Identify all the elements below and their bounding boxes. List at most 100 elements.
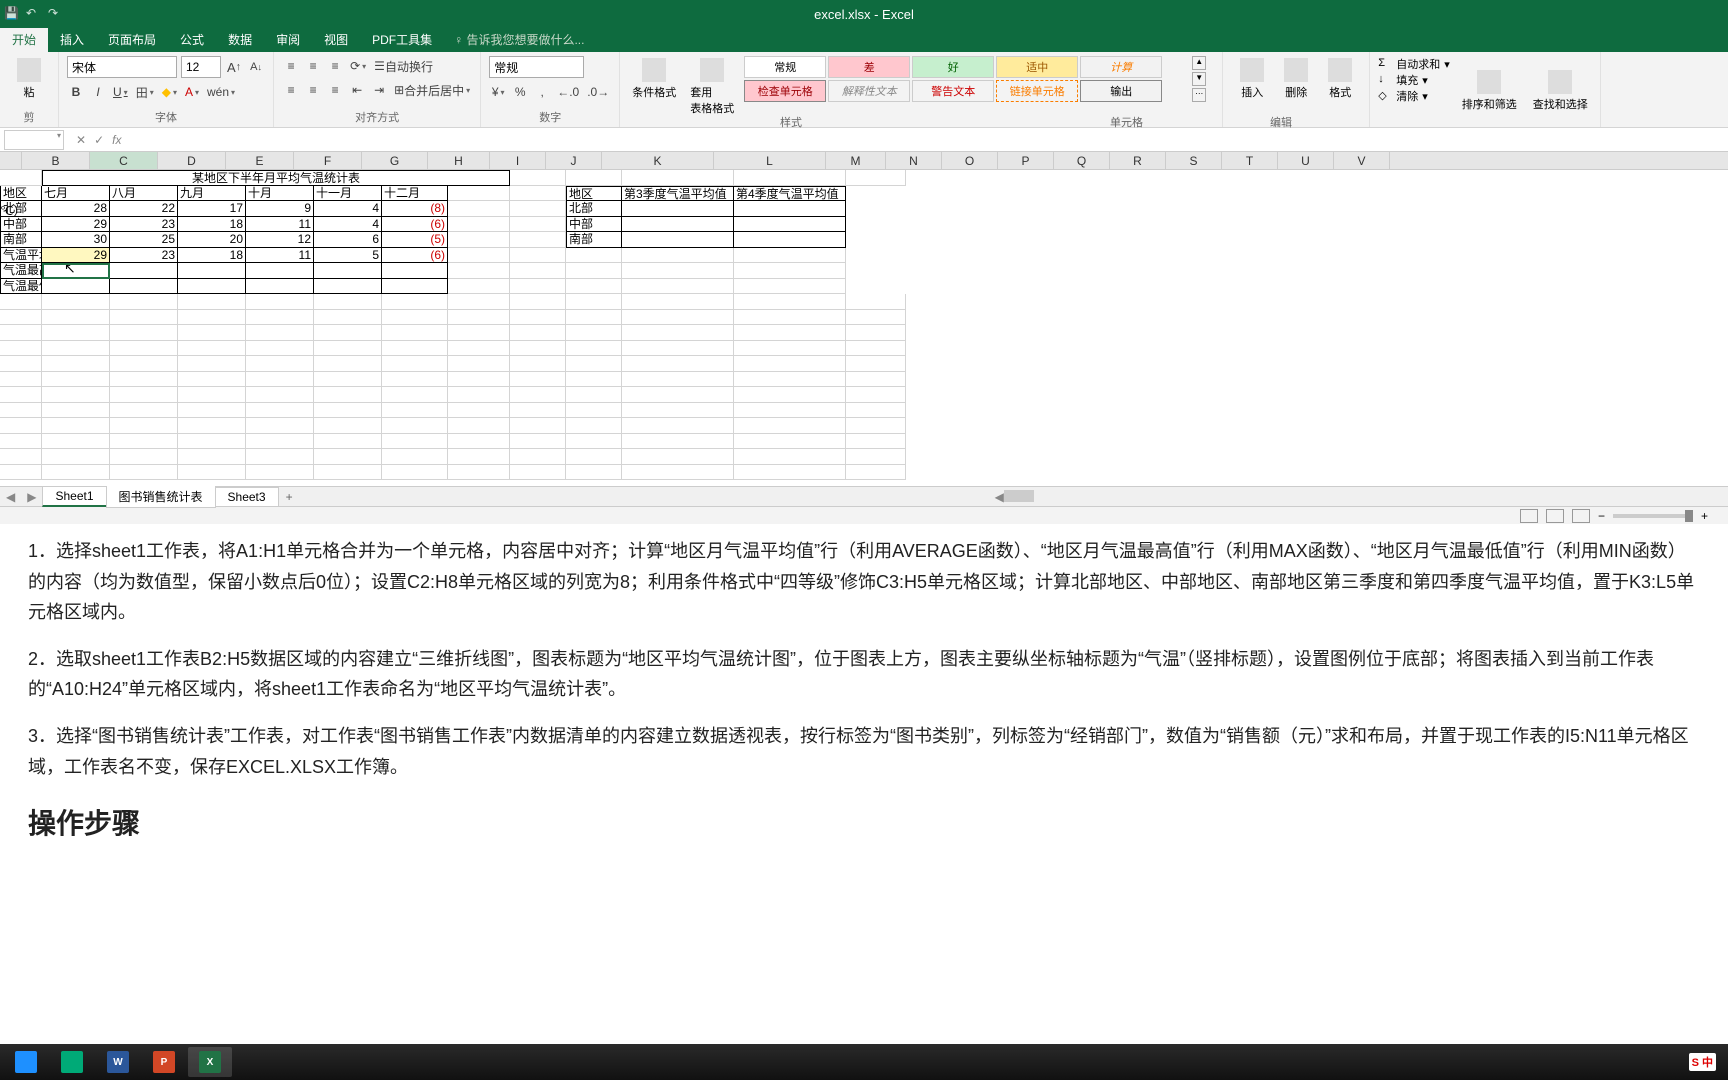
col-header-P[interactable]: P — [998, 152, 1054, 169]
cell[interactable] — [110, 356, 178, 372]
border-button[interactable]: 田 — [134, 82, 156, 102]
cell[interactable] — [510, 356, 566, 372]
cell[interactable] — [382, 418, 448, 434]
decrease-decimal-icon[interactable]: .0→ — [585, 82, 611, 102]
data-cell[interactable]: 23 — [110, 217, 178, 233]
data-cell[interactable]: 17 — [178, 201, 246, 217]
cell[interactable] — [448, 465, 510, 481]
data-cell[interactable]: 29 — [42, 217, 110, 233]
cell[interactable] — [110, 465, 178, 481]
orientation-icon[interactable]: ⟳ — [348, 56, 368, 76]
cell[interactable] — [566, 263, 622, 279]
column-headers[interactable]: BCDEFGHIJKLMNOPQRSTUV — [0, 152, 1728, 170]
style-output[interactable]: 输出 — [1080, 80, 1162, 102]
side-header-q3[interactable]: 第3季度气温平均值 — [622, 186, 734, 202]
cell[interactable] — [622, 217, 734, 233]
col-header-R[interactable]: R — [1110, 152, 1166, 169]
cell[interactable] — [448, 294, 510, 310]
col-header-I[interactable]: I — [490, 152, 546, 169]
enter-icon[interactable]: ✓ — [94, 133, 104, 147]
cell[interactable] — [846, 294, 906, 310]
cell[interactable] — [846, 341, 906, 357]
tab-layout[interactable]: 页面布局 — [96, 27, 168, 52]
currency-button[interactable]: ¥ — [489, 82, 507, 102]
cell[interactable] — [178, 387, 246, 403]
cell[interactable] — [246, 418, 314, 434]
cell[interactable] — [448, 372, 510, 388]
cell[interactable] — [0, 418, 42, 434]
col-header-L[interactable]: L — [714, 152, 826, 169]
sheet-tab-1[interactable]: Sheet1 — [42, 486, 106, 507]
fx-icon[interactable]: fx — [112, 133, 121, 147]
cell[interactable] — [0, 294, 42, 310]
cell[interactable] — [622, 465, 734, 481]
col-header-E[interactable]: E — [226, 152, 294, 169]
data-cell[interactable]: (8) — [382, 201, 448, 217]
cell[interactable] — [42, 294, 110, 310]
cell[interactable] — [110, 434, 178, 450]
cell[interactable] — [510, 387, 566, 403]
cell[interactable] — [510, 465, 566, 481]
normal-view-icon[interactable] — [1520, 509, 1538, 523]
increase-font-icon[interactable]: A↑ — [225, 57, 243, 77]
cell[interactable] — [734, 217, 846, 233]
cell[interactable] — [448, 232, 510, 248]
cell[interactable] — [110, 387, 178, 403]
align-middle-icon[interactable]: ≡ — [304, 56, 322, 76]
fill-button[interactable]: ↓填充 ▾ — [1378, 72, 1450, 88]
cell[interactable] — [0, 341, 42, 357]
horizontal-scrollbar[interactable]: ◀ — [301, 490, 1728, 504]
find-select-button[interactable]: 查找和选择 — [1529, 56, 1592, 125]
cell[interactable] — [246, 356, 314, 372]
cell[interactable] — [734, 325, 846, 341]
cell[interactable] — [42, 434, 110, 450]
cell[interactable] — [510, 325, 566, 341]
cell[interactable] — [314, 434, 382, 450]
cell[interactable] — [846, 434, 906, 450]
undo-icon[interactable]: ↶ — [26, 6, 42, 22]
tab-home[interactable]: 开始 — [0, 27, 48, 52]
col-header-U[interactable]: U — [1278, 152, 1334, 169]
col-header-N[interactable]: N — [886, 152, 942, 169]
cell[interactable] — [566, 170, 622, 186]
data-cell[interactable]: 11 — [246, 217, 314, 233]
cell[interactable] — [510, 248, 566, 264]
redo-icon[interactable]: ↷ — [48, 6, 64, 22]
cell[interactable] — [0, 387, 42, 403]
merge-button[interactable]: ⊞ 合并后居中 — [392, 80, 472, 100]
cell[interactable] — [110, 294, 178, 310]
cell[interactable] — [622, 449, 734, 465]
number-format-select[interactable] — [489, 56, 584, 78]
cell[interactable] — [110, 403, 178, 419]
cell[interactable] — [510, 279, 566, 295]
data-cell[interactable] — [246, 279, 314, 295]
row-label-3[interactable]: 气温平均值 — [0, 248, 42, 264]
col-header-G[interactable]: G — [362, 152, 428, 169]
cell[interactable] — [42, 465, 110, 481]
cell[interactable] — [246, 372, 314, 388]
cell[interactable] — [510, 186, 566, 202]
worksheet-grid[interactable]: BCDEFGHIJKLMNOPQRSTUV 某地区下半年月平均气温统计表地区七月… — [0, 152, 1728, 486]
cell[interactable] — [566, 294, 622, 310]
cell[interactable] — [448, 186, 510, 202]
col-header-C[interactable]: C — [90, 152, 158, 169]
col-header-J[interactable]: J — [546, 152, 602, 169]
data-cell[interactable] — [246, 263, 314, 279]
cell[interactable] — [448, 248, 510, 264]
data-cell[interactable]: 29 — [42, 248, 110, 264]
cell[interactable] — [448, 418, 510, 434]
cell[interactable] — [448, 217, 510, 233]
tab-view[interactable]: 视图 — [312, 27, 360, 52]
name-box[interactable] — [4, 130, 64, 150]
data-cell[interactable] — [110, 263, 178, 279]
cell[interactable] — [622, 310, 734, 326]
cell[interactable] — [846, 356, 906, 372]
cell[interactable] — [110, 418, 178, 434]
header-jul[interactable]: 七月 — [42, 186, 110, 202]
taskbar-word[interactable]: W — [96, 1047, 140, 1077]
cell[interactable] — [314, 418, 382, 434]
row-label-2[interactable]: 南部 — [0, 232, 42, 248]
taskbar-start[interactable] — [4, 1047, 48, 1077]
wrap-text-button[interactable]: ☰ 自动换行 — [372, 56, 435, 76]
row-label-4[interactable]: 气温最高值 — [0, 263, 42, 279]
